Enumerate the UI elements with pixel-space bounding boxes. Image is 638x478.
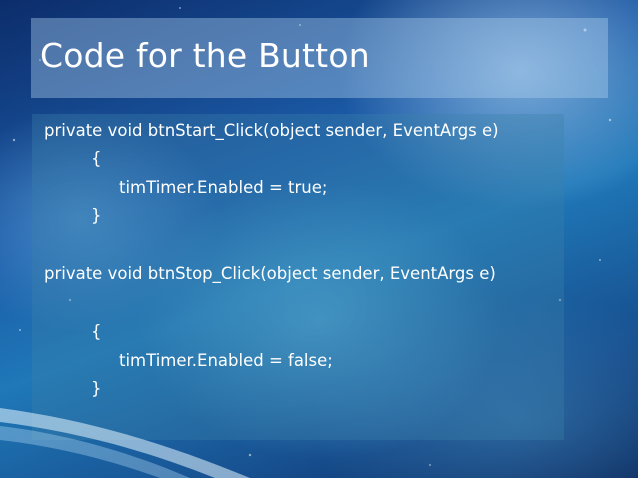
- code-line-start-close-brace: }: [91, 206, 102, 225]
- code-line-stop-signature: private void btnStop_Click(object sender…: [44, 264, 496, 283]
- code-line-start-signature: private void btnStart_Click(object sende…: [44, 121, 499, 140]
- code-line-start-body: timTimer.Enabled = true;: [119, 178, 328, 197]
- slide-title: Code for the Button: [40, 36, 370, 75]
- code-line-stop-body: timTimer.Enabled = false;: [119, 351, 333, 370]
- code-line-stop-close-brace: }: [91, 379, 102, 398]
- code-line-start-open-brace: {: [91, 149, 102, 168]
- code-line-stop-open-brace: {: [91, 322, 102, 341]
